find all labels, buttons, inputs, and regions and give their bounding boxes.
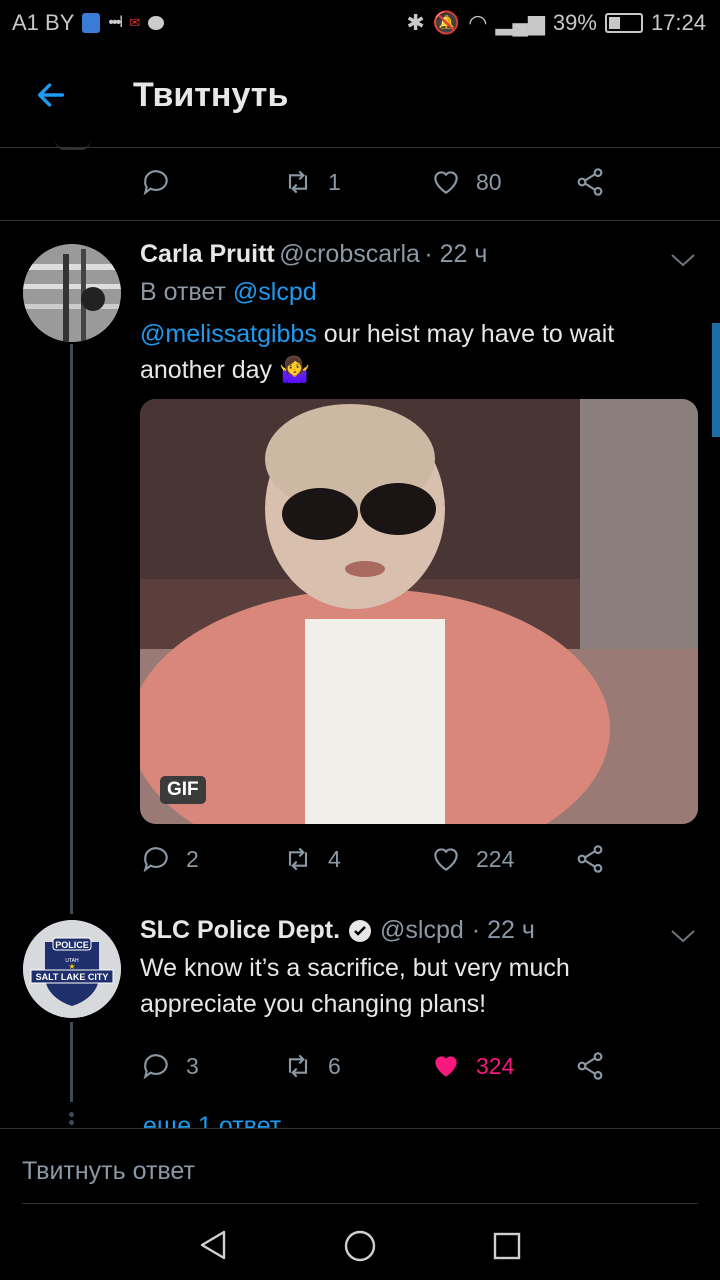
author-handle[interactable]: @slcpd bbox=[380, 916, 464, 945]
battery-icon bbox=[604, 13, 643, 33]
more-replies-link[interactable]: еще 1 ответ bbox=[143, 1112, 281, 1128]
like-button-active[interactable]: 324 bbox=[430, 1050, 514, 1082]
reply-button[interactable]: 3 bbox=[140, 1050, 199, 1082]
reply-icon bbox=[143, 1054, 168, 1080]
share-icon bbox=[577, 845, 603, 873]
back-arrow-icon[interactable] bbox=[34, 78, 68, 112]
retweet-icon bbox=[288, 1054, 308, 1078]
reply-count: 3 bbox=[186, 1052, 199, 1079]
reply-composer[interactable]: Твитнуть ответ bbox=[0, 1128, 720, 1205]
tweet1-text: @melissatgibbs our heist may have to wai… bbox=[140, 316, 685, 388]
retweet-button[interactable]: 4 bbox=[282, 843, 341, 875]
badge-main-text: SALT LAKE CITY bbox=[36, 972, 109, 982]
retweet-icon bbox=[288, 170, 308, 194]
share-button[interactable] bbox=[574, 1050, 606, 1082]
signal-dots-icon: •••ǀ bbox=[108, 14, 123, 31]
divider bbox=[0, 220, 720, 221]
bluetooth-icon: ✱ bbox=[406, 10, 425, 35]
police-badge-logo: POLICE UTAH ★ SALT LAKE CITY bbox=[23, 920, 121, 1018]
nav-recents-icon[interactable] bbox=[492, 1231, 522, 1261]
system-nav-bar bbox=[0, 1205, 720, 1280]
thread-dots bbox=[69, 1112, 74, 1128]
author-handle[interactable]: @crobscarla bbox=[279, 240, 420, 268]
reply-underline bbox=[22, 1203, 698, 1204]
tweet2-header: SLC Police Dept. @slcpd · 22 ч bbox=[140, 916, 535, 945]
tweet2-text: We know it’s a sacrifice, but very much … bbox=[140, 954, 570, 1018]
sms-icon: ✉ bbox=[129, 15, 141, 30]
like-count: 80 bbox=[476, 168, 502, 195]
heart-icon bbox=[434, 171, 458, 194]
gif-badge: GIF bbox=[160, 776, 206, 804]
author-name[interactable]: Carla Pruitt bbox=[140, 240, 275, 268]
wifi-icon: ◠ bbox=[468, 10, 488, 35]
verified-badge-icon bbox=[349, 919, 372, 942]
clock: 17:24 bbox=[650, 10, 706, 35]
cell-signal-icon: ▂▄▆ bbox=[495, 10, 545, 35]
tweet-time: · 22 ч bbox=[471, 916, 535, 944]
carrier-label: A1 BY bbox=[12, 10, 75, 35]
share-button[interactable] bbox=[574, 843, 606, 875]
reply-count: 2 bbox=[186, 845, 199, 872]
heart-icon bbox=[434, 848, 458, 871]
chat-bubble-icon bbox=[148, 16, 165, 30]
reply-to-link[interactable]: @slcpd bbox=[233, 278, 317, 306]
retweet-count: 4 bbox=[328, 845, 341, 872]
share-icon bbox=[577, 168, 603, 196]
thread-line bbox=[70, 1022, 73, 1102]
retweet-icon bbox=[288, 847, 308, 871]
prev-avatar-edge bbox=[55, 140, 91, 150]
like-count: 224 bbox=[476, 845, 515, 872]
tweet-time: · 22 ч bbox=[424, 240, 488, 268]
retweet-count: 6 bbox=[328, 1052, 341, 1079]
retweet-count: 1 bbox=[328, 168, 341, 195]
reply-button[interactable]: 2 bbox=[140, 843, 199, 875]
nav-back-icon[interactable] bbox=[198, 1229, 228, 1261]
badge-top-text: POLICE bbox=[55, 940, 89, 950]
mention-link[interactable]: @melissatgibbs bbox=[140, 320, 317, 348]
reply-context: В ответ @slcpd bbox=[140, 278, 317, 307]
battery-percent: 39% bbox=[552, 10, 597, 35]
app-header: Твитнуть bbox=[0, 44, 720, 148]
like-button[interactable]: 224 bbox=[430, 843, 514, 875]
vpn-shield-icon bbox=[82, 13, 101, 33]
like-count: 324 bbox=[476, 1052, 515, 1079]
avatar-photo bbox=[23, 244, 121, 342]
tweet1-actions: 2 4 224 bbox=[140, 843, 620, 883]
share-icon bbox=[577, 1052, 603, 1080]
gif-media[interactable] bbox=[140, 399, 698, 824]
like-button[interactable]: 80 bbox=[430, 166, 502, 198]
reply-input[interactable]: Твитнуть ответ bbox=[22, 1157, 195, 1186]
nav-home-icon[interactable] bbox=[343, 1229, 377, 1263]
chevron-down-icon[interactable] bbox=[670, 928, 696, 944]
share-button[interactable] bbox=[574, 166, 606, 198]
reply-icon bbox=[143, 170, 168, 196]
avatar-carla[interactable] bbox=[23, 244, 121, 342]
reply-button[interactable] bbox=[140, 166, 186, 198]
chevron-down-icon[interactable] bbox=[670, 252, 696, 268]
author-name[interactable]: SLC Police Dept. bbox=[140, 916, 340, 945]
avatar-slc-police[interactable]: POLICE UTAH ★ SALT LAKE CITY bbox=[23, 920, 121, 1018]
scrollbar[interactable] bbox=[712, 323, 720, 437]
tweet1-header: Carla Pruitt @crobscarla · 22 ч bbox=[140, 240, 487, 269]
retweet-button[interactable]: 1 bbox=[282, 166, 341, 198]
mute-icon: 🔕 bbox=[432, 10, 461, 35]
tweet2-actions: 3 6 324 bbox=[140, 1050, 620, 1090]
prev-tweet-actions: 1 80 bbox=[140, 166, 620, 206]
page-title: Твитнуть bbox=[133, 76, 289, 114]
retweet-button[interactable]: 6 bbox=[282, 1050, 341, 1082]
status-bar: A1 BY •••ǀ ✉ ✱ 🔕 ◠ ▂▄▆ 39% 17:24 bbox=[0, 0, 720, 44]
thread-line bbox=[70, 344, 73, 914]
reply-icon bbox=[143, 847, 168, 873]
gif-image bbox=[140, 399, 698, 824]
reply-prefix: В ответ bbox=[140, 278, 226, 306]
heart-filled-icon bbox=[435, 1056, 457, 1077]
